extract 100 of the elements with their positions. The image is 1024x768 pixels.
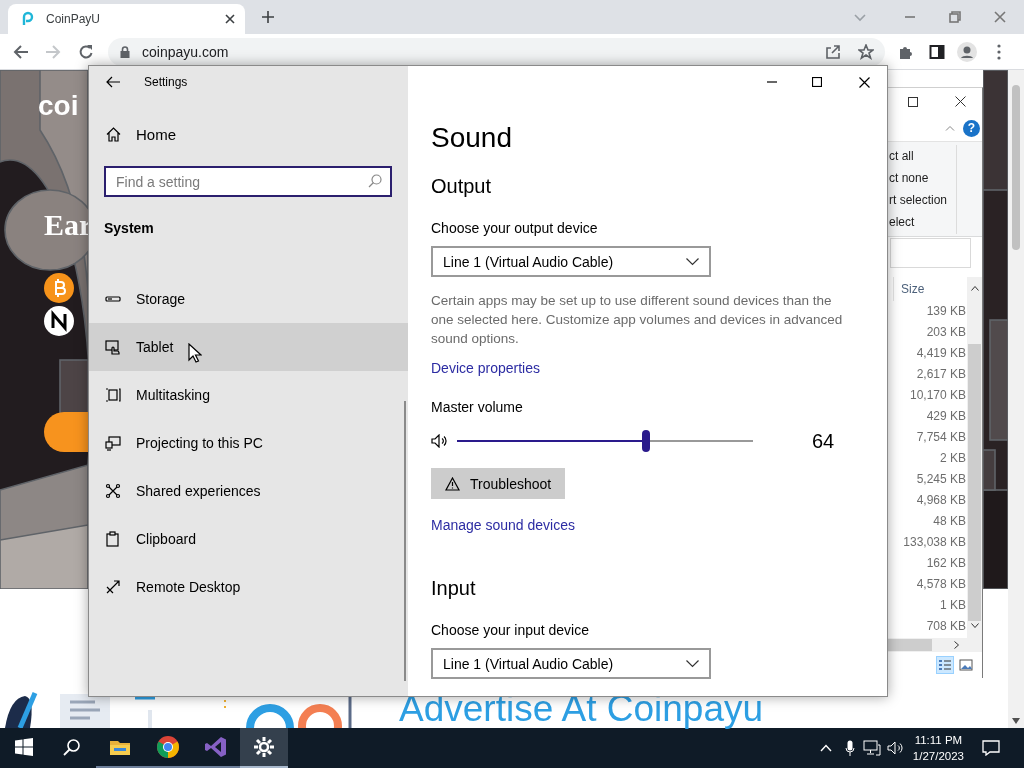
headline: Ear [44, 208, 93, 242]
field-label: Master volume [431, 398, 524, 417]
address-bar[interactable]: coinpayu.com [108, 37, 885, 66]
chevron-down-icon [686, 659, 699, 668]
scrollbar-thumb[interactable] [888, 639, 932, 651]
view-button[interactable] [936, 656, 954, 674]
back-arrow-icon[interactable] [106, 76, 120, 88]
restore-icon[interactable] [949, 11, 961, 23]
search-field[interactable]: Find a setting [104, 166, 392, 197]
nav-item[interactable]: Projecting to this PC [89, 419, 408, 467]
file-size-cell-text: 203 KB [925, 324, 967, 341]
chevron-down-icon [686, 257, 699, 266]
file-size-cell-text: 5,245 KB [915, 471, 967, 488]
speaker-icon[interactable] [886, 741, 903, 755]
manage-devices-link[interactable]: Manage sound devices [431, 515, 575, 535]
scrollbar[interactable] [1008, 70, 1024, 728]
home-link[interactable]: Home [89, 122, 408, 146]
clock[interactable]: 11:11 PM 1/27/2023 [912, 732, 964, 764]
gear-icon [252, 735, 276, 759]
scrollbar[interactable] [404, 401, 406, 681]
share-icon[interactable] [825, 43, 841, 60]
view-button[interactable] [957, 656, 975, 674]
device-properties-link[interactable]: Device properties [431, 358, 540, 378]
section-heading: Input [431, 576, 477, 601]
troubleshoot-button[interactable]: Troubleshoot [431, 468, 565, 499]
infinity-icon [204, 735, 228, 759]
projecting-icon [105, 435, 121, 451]
slider-thumb[interactable] [642, 430, 651, 452]
close-icon[interactable] [955, 96, 966, 107]
home-icon [106, 126, 121, 142]
scrollbar[interactable] [967, 277, 982, 638]
ribbon-command[interactable]: ct none [888, 167, 956, 189]
ribbon-command[interactable]: elect [888, 211, 956, 233]
scroll-up-icon[interactable] [971, 286, 979, 291]
file-size-cell-text: 4,578 KB [915, 576, 967, 593]
nav-item[interactable]: Tablet [89, 323, 408, 371]
nav-item[interactable]: Multitasking [89, 371, 408, 419]
device-dropdown[interactable]: Line 1 (Virtual Audio Cable) [431, 246, 711, 277]
section-heading: System [104, 219, 155, 238]
column-header[interactable]: Size [901, 282, 925, 296]
file-size-cell-text: 4,968 KB [915, 492, 967, 509]
page-title: Sound [431, 121, 513, 155]
volume-value: 64 [812, 429, 835, 453]
ribbon-command[interactable]: rt selection [888, 189, 956, 211]
microphone-icon[interactable] [844, 740, 855, 756]
clipboard-icon [105, 531, 121, 547]
taskbar-app[interactable] [240, 728, 288, 768]
back-arrow-icon[interactable] [13, 43, 29, 60]
scrollbar-thumb[interactable] [1012, 85, 1020, 250]
network-icon[interactable] [862, 740, 881, 756]
file-size-cell-text: 708 KB [925, 618, 967, 635]
description-text: Certain apps may be set up to use different sound devices than the one selected here. Customize app volumes and devices in advanced sound options. [431, 292, 844, 348]
nav-item[interactable]: Remote Desktop [89, 563, 408, 611]
bitcoin-icon [44, 273, 74, 303]
file-size-cell-text: 139 KB [925, 303, 967, 320]
close-icon[interactable] [859, 76, 870, 88]
file-size-cell-text: 7,754 KB [915, 429, 967, 446]
scroll-down-icon[interactable] [1012, 718, 1020, 724]
scrollbar-thumb[interactable] [968, 344, 981, 621]
nav-item[interactable]: Storage [89, 275, 408, 323]
cta-button[interactable] [44, 412, 88, 452]
remote-icon [105, 579, 121, 595]
lock-icon [120, 45, 130, 58]
file-size-cell-text: 429 KB [925, 408, 967, 425]
banner-heading: Advertise At Coinpayu [399, 690, 764, 728]
logo-text: coi [38, 90, 79, 122]
search-icon [368, 174, 382, 188]
scroll-right-icon[interactable] [954, 641, 959, 649]
window-title: Settings [144, 75, 188, 89]
file-size-cell-text: 4,419 KB [915, 345, 967, 362]
nav-item[interactable]: Clipboard [89, 515, 408, 563]
multitasking-icon [105, 387, 121, 403]
scroll-down-icon[interactable] [971, 623, 979, 628]
field-label: Choose your input device [431, 621, 590, 640]
plus-icon[interactable] [261, 10, 275, 24]
ribbon-command[interactable]: ct all [888, 145, 956, 167]
maximize-icon[interactable] [812, 77, 822, 87]
search-icon [63, 738, 81, 756]
field-label: Choose your output device [431, 219, 599, 238]
tablet-icon [105, 339, 121, 355]
file-size-cell-text: 2 KB [939, 450, 967, 467]
browser-tab[interactable]: CoinPayU [8, 4, 245, 34]
shared-icon [105, 483, 121, 499]
nav-item[interactable]: Shared experiences [89, 467, 408, 515]
maximize-icon[interactable] [908, 96, 918, 107]
file-size-cell-text: 2,617 KB [915, 366, 967, 383]
side-panel-icon[interactable] [929, 43, 945, 60]
logo-icon [20, 11, 36, 27]
close-icon[interactable] [225, 14, 235, 24]
device-dropdown[interactable]: Line 1 (Virtual Audio Cable) [431, 648, 711, 679]
reload-icon[interactable] [78, 43, 94, 60]
menu-icon[interactable] [997, 43, 1001, 60]
file-size-cell-text: 10,170 KB [908, 387, 967, 404]
notification-icon[interactable] [982, 740, 1000, 756]
file-size-cell-text: 1 KB [939, 597, 967, 614]
profile-icon[interactable] [957, 41, 977, 62]
file-size-cell-text: 48 KB [932, 513, 967, 530]
help-button[interactable]: ? [963, 119, 980, 137]
star-icon[interactable] [858, 43, 874, 60]
scrollbar[interactable] [888, 638, 982, 652]
